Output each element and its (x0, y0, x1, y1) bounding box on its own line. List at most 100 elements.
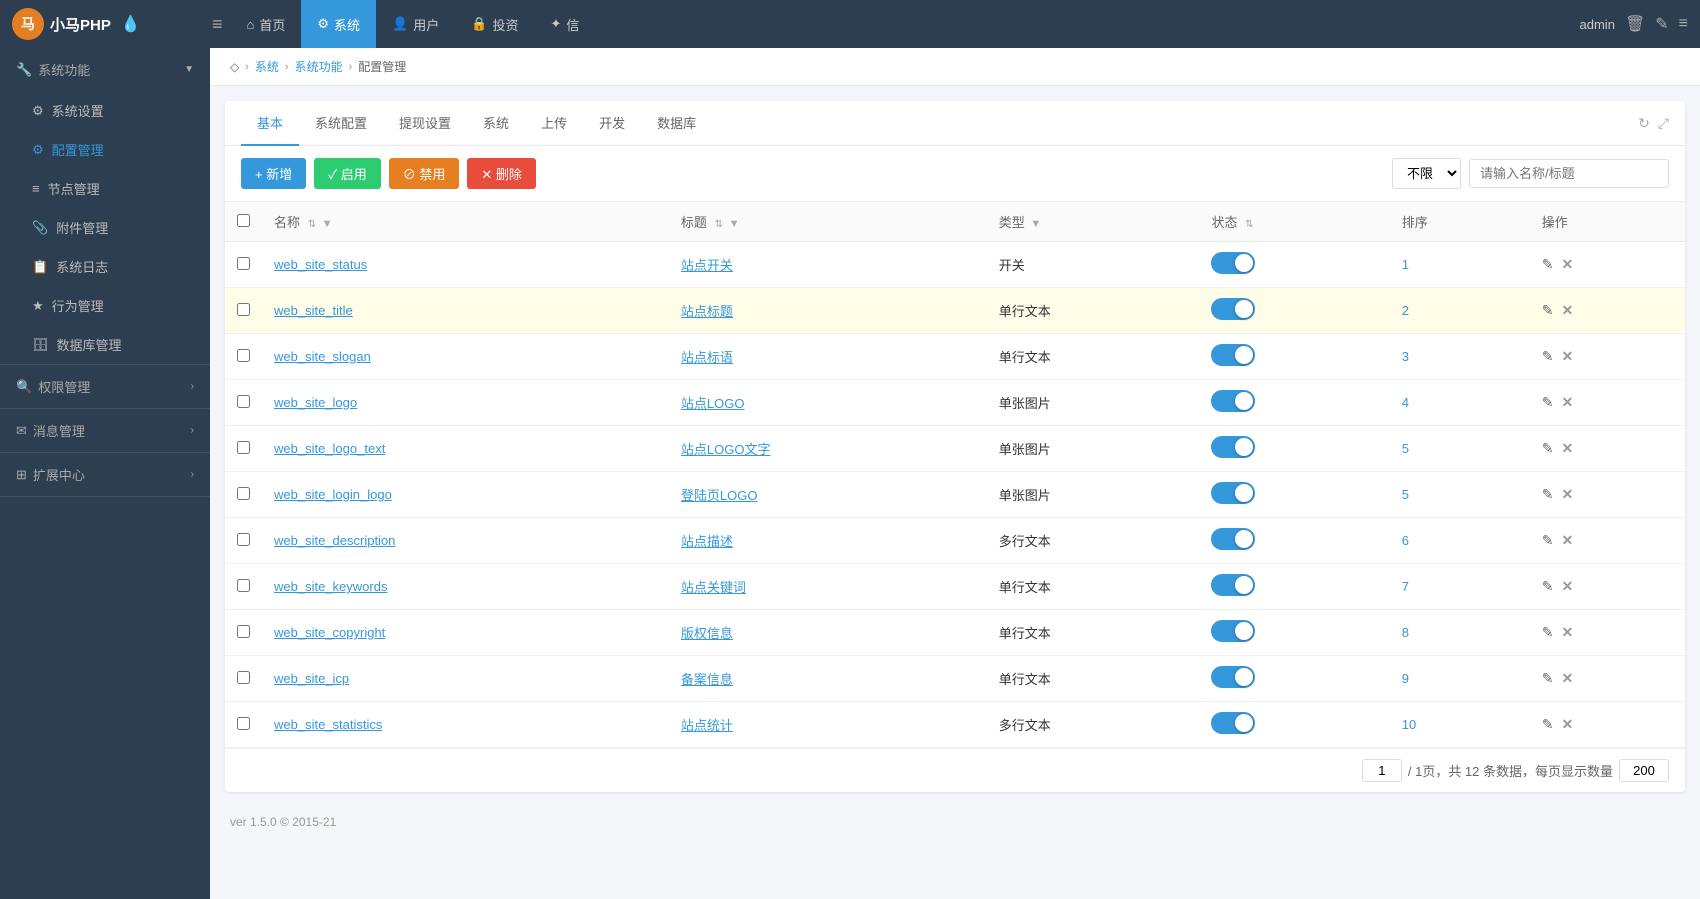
row-toggle-0[interactable] (1211, 252, 1255, 274)
sidebar-item-system-log[interactable]: 📋 系统日志 (0, 247, 210, 286)
row-name-link-5[interactable]: web_site_login_logo (274, 487, 392, 502)
nav-item-invest[interactable]: 🔒 投资 (455, 0, 534, 48)
fullscreen-icon[interactable]: ⤢ (1658, 115, 1669, 132)
sidebar-group-extensions-title[interactable]: ⊞ 扩展中心 › (0, 453, 210, 496)
row-name-link-4[interactable]: web_site_logo_text (274, 441, 385, 456)
row-toggle-3[interactable] (1211, 390, 1255, 412)
row-name-link-9[interactable]: web_site_icp (274, 671, 349, 686)
row-edit-icon-7[interactable]: ✎ (1542, 578, 1554, 595)
row-name-link-6[interactable]: web_site_description (274, 533, 395, 548)
edit-icon[interactable]: ✎ (1655, 14, 1668, 34)
row-edit-icon-9[interactable]: ✎ (1542, 670, 1554, 687)
sidebar-item-db-manage[interactable]: 🗄 数据库管理 (0, 325, 210, 364)
tab-system-config[interactable]: 系统配置 (299, 101, 383, 146)
row-select-10[interactable] (237, 717, 250, 730)
sidebar-group-messages-title[interactable]: ✉ 消息管理 › (0, 409, 210, 452)
row-select-5[interactable] (237, 487, 250, 500)
row-toggle-4[interactable] (1211, 436, 1255, 458)
row-select-6[interactable] (237, 533, 250, 546)
row-title-link-2[interactable]: 站点标语 (681, 350, 733, 365)
row-select-0[interactable] (237, 257, 250, 270)
sort-icon-status[interactable]: ⇅ (1245, 219, 1253, 230)
row-name-link-0[interactable]: web_site_status (274, 257, 367, 272)
row-edit-icon-1[interactable]: ✎ (1542, 302, 1554, 319)
filter-select[interactable]: 不限 (1392, 158, 1461, 189)
row-order-link-5[interactable]: 5 (1402, 487, 1409, 502)
row-delete-icon-6[interactable]: ✕ (1561, 532, 1573, 549)
row-select-7[interactable] (237, 579, 250, 592)
row-order-link-3[interactable]: 4 (1402, 395, 1409, 410)
row-delete-icon-7[interactable]: ✕ (1561, 578, 1573, 595)
row-select-1[interactable] (237, 303, 250, 316)
row-name-link-1[interactable]: web_site_title (274, 303, 353, 318)
nav-item-msg[interactable]: ✦ 信 (534, 0, 595, 48)
row-title-link-7[interactable]: 站点关键词 (681, 580, 746, 595)
row-delete-icon-5[interactable]: ✕ (1561, 486, 1573, 503)
add-button[interactable]: + 新增 (241, 158, 306, 189)
row-order-link-7[interactable]: 7 (1402, 579, 1409, 594)
enable-button[interactable]: ✓ 启用 (314, 158, 381, 189)
page-input[interactable]: 1 (1362, 759, 1402, 782)
tab-dev[interactable]: 开发 (583, 101, 641, 146)
row-select-9[interactable] (237, 671, 250, 684)
row-delete-icon-10[interactable]: ✕ (1561, 716, 1573, 733)
row-toggle-9[interactable] (1211, 666, 1255, 688)
row-edit-icon-10[interactable]: ✎ (1542, 716, 1554, 733)
row-name-link-10[interactable]: web_site_statistics (274, 717, 382, 732)
row-edit-icon-8[interactable]: ✎ (1542, 624, 1554, 641)
row-delete-icon-0[interactable]: ✕ (1561, 256, 1573, 273)
breadcrumb-system-func[interactable]: 系统功能 (295, 58, 343, 75)
row-edit-icon-6[interactable]: ✎ (1542, 532, 1554, 549)
sidebar-group-permissions-title[interactable]: 🔍 权限管理 › (0, 365, 210, 408)
sidebar-item-behavior[interactable]: ★ 行为管理 (0, 286, 210, 325)
row-delete-icon-8[interactable]: ✕ (1561, 624, 1573, 641)
nav-item-home[interactable]: ⌂ 首页 (231, 0, 302, 48)
tab-system[interactable]: 系统 (467, 101, 525, 146)
tab-database[interactable]: 数据库 (641, 101, 712, 146)
row-order-link-0[interactable]: 1 (1402, 257, 1409, 272)
row-title-link-9[interactable]: 备案信息 (681, 672, 733, 687)
row-toggle-6[interactable] (1211, 528, 1255, 550)
row-edit-icon-3[interactable]: ✎ (1542, 394, 1554, 411)
row-select-8[interactable] (237, 625, 250, 638)
row-delete-icon-2[interactable]: ✕ (1561, 348, 1573, 365)
sidebar-item-config-manage[interactable]: ⚙ 配置管理 (0, 130, 210, 169)
select-all-checkbox[interactable] (237, 214, 250, 227)
row-delete-icon-1[interactable]: ✕ (1561, 302, 1573, 319)
row-edit-icon-5[interactable]: ✎ (1542, 486, 1554, 503)
row-title-link-10[interactable]: 站点统计 (681, 718, 733, 733)
row-order-link-1[interactable]: 2 (1402, 303, 1409, 318)
tab-withdraw[interactable]: 提现设置 (383, 101, 467, 146)
row-order-link-2[interactable]: 3 (1402, 349, 1409, 364)
row-edit-icon-0[interactable]: ✎ (1542, 256, 1554, 273)
row-select-3[interactable] (237, 395, 250, 408)
delete-icon[interactable]: 🗑 (1625, 14, 1645, 34)
sidebar-item-attachment[interactable]: 📎 附件管理 (0, 208, 210, 247)
row-name-link-7[interactable]: web_site_keywords (274, 579, 387, 594)
row-title-link-8[interactable]: 版权信息 (681, 626, 733, 641)
breadcrumb-system[interactable]: 系统 (255, 58, 279, 75)
tab-basic[interactable]: 基本 (241, 101, 299, 146)
page-size-input[interactable]: 200 (1619, 759, 1669, 782)
row-select-4[interactable] (237, 441, 250, 454)
refresh-icon[interactable]: ↻ (1638, 115, 1650, 132)
row-toggle-2[interactable] (1211, 344, 1255, 366)
row-delete-icon-3[interactable]: ✕ (1561, 394, 1573, 411)
row-title-link-6[interactable]: 站点描述 (681, 534, 733, 549)
sort-icon-title[interactable]: ⇅ (715, 219, 723, 230)
menu-icon[interactable]: ≡ (1679, 15, 1688, 33)
filter-icon-title[interactable]: ▼ (729, 218, 740, 230)
row-toggle-1[interactable] (1211, 298, 1255, 320)
row-title-link-0[interactable]: 站点开关 (681, 258, 733, 273)
filter-icon-name[interactable]: ▼ (322, 218, 333, 230)
filter-icon-type[interactable]: ▼ (1030, 218, 1041, 230)
row-title-link-4[interactable]: 站点LOGO文字 (681, 442, 771, 457)
row-order-link-4[interactable]: 5 (1402, 441, 1409, 456)
row-select-2[interactable] (237, 349, 250, 362)
row-delete-icon-9[interactable]: ✕ (1561, 670, 1573, 687)
row-name-link-8[interactable]: web_site_copyright (274, 625, 385, 640)
sidebar-group-system-title[interactable]: 🔧 系统功能 ▼ (0, 48, 210, 91)
sidebar-item-system-settings[interactable]: ⚙ 系统设置 (0, 91, 210, 130)
row-edit-icon-2[interactable]: ✎ (1542, 348, 1554, 365)
hamburger-icon[interactable]: ≡ (212, 14, 223, 35)
